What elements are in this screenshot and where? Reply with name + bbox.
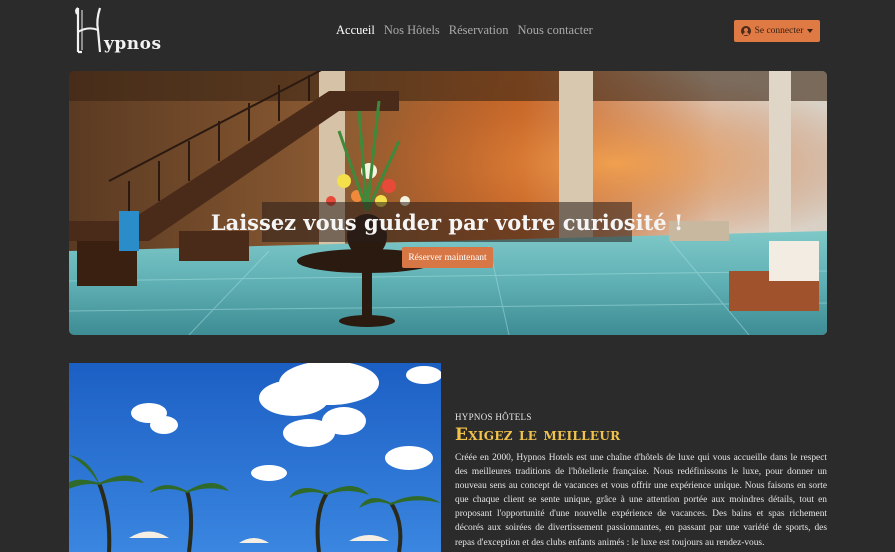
- login-dropdown-button[interactable]: Se connecter: [734, 20, 820, 42]
- user-circle-icon: [740, 26, 751, 36]
- about-section: HYPNOS HÔTELS Exigez le meilleur Créée e…: [455, 412, 827, 550]
- about-paragraph: Créée en 2000, Hypnos Hotels est une cha…: [455, 453, 827, 548]
- login-label: Se connecter: [754, 26, 804, 36]
- nav-item-reservation[interactable]: Réservation: [449, 23, 509, 38]
- hero-title-box: Laissez vous guider par votre curiosité …: [211, 202, 683, 242]
- brand-logo[interactable]: ypnos: [74, 6, 170, 56]
- beach-image: [69, 363, 441, 552]
- hypnos-logo-mark: [75, 7, 102, 54]
- about-kicker: HYPNOS HÔTELS: [455, 412, 532, 422]
- brand-name: ypnos: [104, 34, 162, 54]
- caret-down-icon: [807, 29, 814, 33]
- beach-palm-scene: [69, 363, 441, 552]
- main-nav: Accueil Nos Hôtels Réservation Nous cont…: [336, 23, 593, 38]
- about-heading: Exigez le meilleur: [455, 425, 621, 445]
- hero-banner: Laissez vous guider par votre curiosité …: [69, 71, 827, 335]
- reserve-now-button[interactable]: Réserver maintenant: [402, 247, 493, 268]
- hero-title: Laissez vous guider par votre curiosité …: [210, 209, 684, 235]
- nav-item-nous-contacter[interactable]: Nous contacter: [518, 23, 593, 38]
- nav-item-accueil[interactable]: Accueil: [336, 23, 375, 38]
- nav-item-nos-hotels[interactable]: Nos Hôtels: [384, 23, 440, 38]
